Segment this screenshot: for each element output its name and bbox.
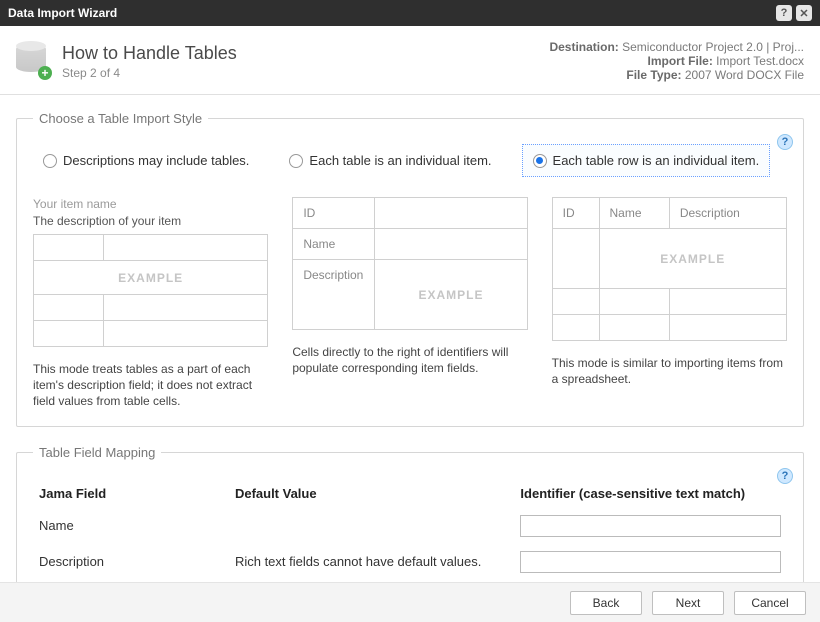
- database-icon: +: [16, 44, 50, 78]
- destination-value: Semiconductor Project 2.0 | Proj...: [622, 40, 804, 54]
- default-value-cell: [231, 509, 514, 543]
- radio-label: Each table row is an individual item.: [553, 153, 760, 168]
- col-jama-field: Jama Field: [35, 480, 229, 507]
- radio-icon: [533, 154, 547, 168]
- example-text: EXAMPLE: [599, 229, 786, 289]
- preview-caption: Your item name: [33, 197, 268, 211]
- file-type-label: File Type:: [626, 68, 681, 82]
- step-indicator: Step 2 of 4: [62, 66, 237, 80]
- style-preview-row-item: ID Name Description EXAMPLE This mode is…: [552, 197, 787, 410]
- help-icon[interactable]: ?: [777, 468, 793, 484]
- col-default-value: Default Value: [231, 480, 514, 507]
- radio-icon: [43, 154, 57, 168]
- default-value-cell: Rich text fields cannot have default val…: [231, 545, 514, 579]
- header-id: ID: [552, 198, 599, 229]
- destination-label: Destination:: [549, 40, 618, 54]
- field-mapping-group: Table Field Mapping ? Jama Field Default…: [16, 445, 804, 582]
- help-button[interactable]: ?: [776, 5, 792, 21]
- preview-table: ID Name Description EXAMPLE: [552, 197, 787, 341]
- wizard-header: + How to Handle Tables Step 2 of 4 Desti…: [0, 26, 820, 95]
- titlebar: Data Import Wizard ? ✕: [0, 0, 820, 26]
- example-text: EXAMPLE: [375, 260, 527, 330]
- cancel-button[interactable]: Cancel: [734, 591, 806, 615]
- cell-id: ID: [293, 198, 375, 229]
- import-meta: Destination: Semiconductor Project 2.0 |…: [549, 40, 804, 82]
- window-title: Data Import Wizard: [8, 6, 117, 20]
- radio-icon: [289, 154, 303, 168]
- example-text: EXAMPLE: [34, 261, 268, 295]
- next-button[interactable]: Next: [652, 591, 724, 615]
- help-icon[interactable]: ?: [777, 134, 793, 150]
- field-mapping-legend: Table Field Mapping: [33, 445, 161, 460]
- preview-description: Cells directly to the right of identifie…: [292, 344, 527, 376]
- style-preview-table-item: ID Name DescriptionEXAMPLE Cells directl…: [292, 197, 527, 410]
- cell-description: Description: [293, 260, 375, 330]
- preview-subcaption: The description of your item: [33, 214, 268, 228]
- field-label: Description: [35, 545, 229, 579]
- back-button[interactable]: Back: [570, 591, 642, 615]
- import-style-legend: Choose a Table Import Style: [33, 111, 208, 126]
- cell-name: Name: [293, 229, 375, 260]
- header-name: Name: [599, 198, 669, 229]
- preview-table: ID Name DescriptionEXAMPLE: [292, 197, 527, 330]
- mapping-row-name: Name: [35, 509, 785, 543]
- import-file-value: Import Test.docx: [716, 54, 804, 68]
- header-description: Description: [669, 198, 786, 229]
- radio-label: Each table is an individual item.: [309, 153, 491, 168]
- col-identifier: Identifier (case-sensitive text match): [516, 480, 785, 507]
- field-label: Name: [35, 509, 229, 543]
- import-file-label: Import File:: [647, 54, 712, 68]
- preview-description: This mode is similar to importing items …: [552, 355, 787, 387]
- style-preview-descriptions: Your item name The description of your i…: [33, 197, 268, 410]
- identifier-input-name[interactable]: [520, 515, 781, 537]
- radio-descriptions-tables[interactable]: Descriptions may include tables.: [33, 144, 259, 177]
- preview-description: This mode treats tables as a part of eac…: [33, 361, 268, 410]
- wizard-footer: Back Next Cancel: [0, 582, 820, 622]
- radio-each-table-item[interactable]: Each table is an individual item.: [279, 144, 501, 177]
- content-area: + How to Handle Tables Step 2 of 4 Desti…: [0, 26, 820, 582]
- preview-table: EXAMPLE: [33, 234, 268, 347]
- import-style-group: Choose a Table Import Style ? Descriptio…: [16, 111, 804, 427]
- close-button[interactable]: ✕: [796, 5, 812, 21]
- radio-label: Descriptions may include tables.: [63, 153, 249, 168]
- mapping-row-description: Description Rich text fields cannot have…: [35, 545, 785, 579]
- plus-icon: +: [38, 66, 52, 80]
- radio-each-row-item[interactable]: Each table row is an individual item.: [522, 144, 771, 177]
- identifier-input-description[interactable]: [520, 551, 781, 573]
- page-title: How to Handle Tables: [62, 43, 237, 64]
- file-type-value: 2007 Word DOCX File: [685, 68, 804, 82]
